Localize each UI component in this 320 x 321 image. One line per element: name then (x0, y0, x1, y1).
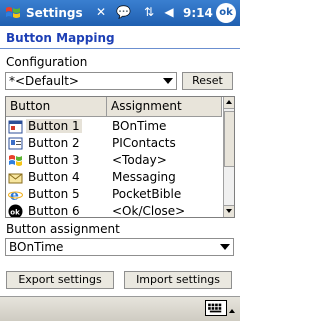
row-button-name: Button 1 (26, 119, 82, 133)
export-settings-button[interactable]: Export settings (6, 271, 114, 289)
no-signal-icon[interactable]: ✕ (94, 5, 108, 19)
scroll-down-button[interactable] (224, 205, 234, 217)
row-assignment: Messaging (112, 170, 176, 184)
window-title: Settings (26, 6, 83, 20)
row-button-name: Button 5 (28, 187, 80, 201)
page-title: Button Mapping (6, 31, 115, 45)
volume-icon[interactable]: ◀ (162, 5, 176, 19)
list-item[interactable]: Button 3 <Today> (6, 152, 222, 169)
configuration-value: *<Default> (9, 74, 79, 88)
row-button-name: Button 6 (28, 204, 80, 218)
list-item[interactable]: Button 1 BOnTime (6, 118, 222, 135)
button-assignment-value: BOnTime (9, 240, 64, 254)
column-header-button[interactable]: Button (6, 97, 107, 117)
row-assignment: BOnTime (112, 119, 167, 133)
import-settings-button[interactable]: Import settings (124, 271, 232, 289)
input-menu-arrow-icon[interactable] (229, 309, 235, 313)
row-button-name: Button 3 (28, 153, 80, 167)
button-assignment-label: Button assignment (6, 222, 120, 236)
button-mapping-list[interactable]: Button Assignment Button 1 BOnTime Butto… (5, 96, 235, 218)
list-item[interactable]: ok Button 6 <Ok/Close> (6, 203, 222, 218)
row-assignment: <Ok/Close> (112, 204, 186, 218)
row-assignment: <Today> (112, 153, 167, 167)
chevron-up-icon (226, 100, 232, 104)
heading-divider (0, 48, 240, 49)
contacts-app-icon (8, 137, 23, 150)
ok-button[interactable]: ok (216, 3, 236, 23)
connectivity-icon[interactable]: ⇅ (142, 5, 156, 19)
windows-flag-icon (9, 155, 22, 166)
column-header-assignment[interactable]: Assignment (107, 97, 222, 117)
list-header: Button Assignment (6, 97, 222, 117)
svg-text:ok: ok (10, 209, 20, 217)
row-assignment: PIContacts (112, 136, 176, 150)
scroll-up-button[interactable] (224, 97, 234, 109)
button-assignment-dropdown[interactable]: BOnTime (5, 238, 234, 256)
configuration-label: Configuration (6, 55, 88, 69)
keyboard-icon[interactable] (205, 300, 227, 316)
scroll-thumb[interactable] (224, 111, 234, 167)
list-item[interactable]: Button 2 PIContacts (6, 135, 222, 152)
notification-bubble-icon[interactable]: 💬 (116, 5, 131, 19)
reset-button[interactable]: Reset (182, 72, 233, 90)
calendar-app-icon (8, 120, 23, 134)
chevron-down-icon (220, 244, 230, 250)
chevron-down-icon (163, 78, 173, 84)
chevron-down-icon (226, 209, 232, 213)
configuration-dropdown[interactable]: *<Default> (5, 72, 177, 90)
svg-text:e: e (10, 188, 19, 202)
windows-start-icon[interactable] (4, 4, 22, 22)
internet-explorer-icon: e (8, 188, 23, 202)
title-bar: Settings ✕ 💬 ⇅ ◀ 9:14 ok (0, 0, 240, 26)
envelope-icon (8, 173, 23, 184)
bottom-menu-bar (0, 296, 240, 321)
list-scrollbar[interactable] (223, 97, 234, 217)
list-item[interactable]: Button 4 Messaging (6, 169, 222, 186)
row-assignment: PocketBible (112, 187, 182, 201)
ok-circle-icon: ok (8, 204, 23, 217)
clock[interactable]: 9:14 (183, 6, 213, 20)
list-item[interactable]: e Button 5 PocketBible (6, 186, 222, 203)
row-button-name: Button 4 (28, 170, 80, 184)
row-button-name: Button 2 (28, 136, 80, 150)
